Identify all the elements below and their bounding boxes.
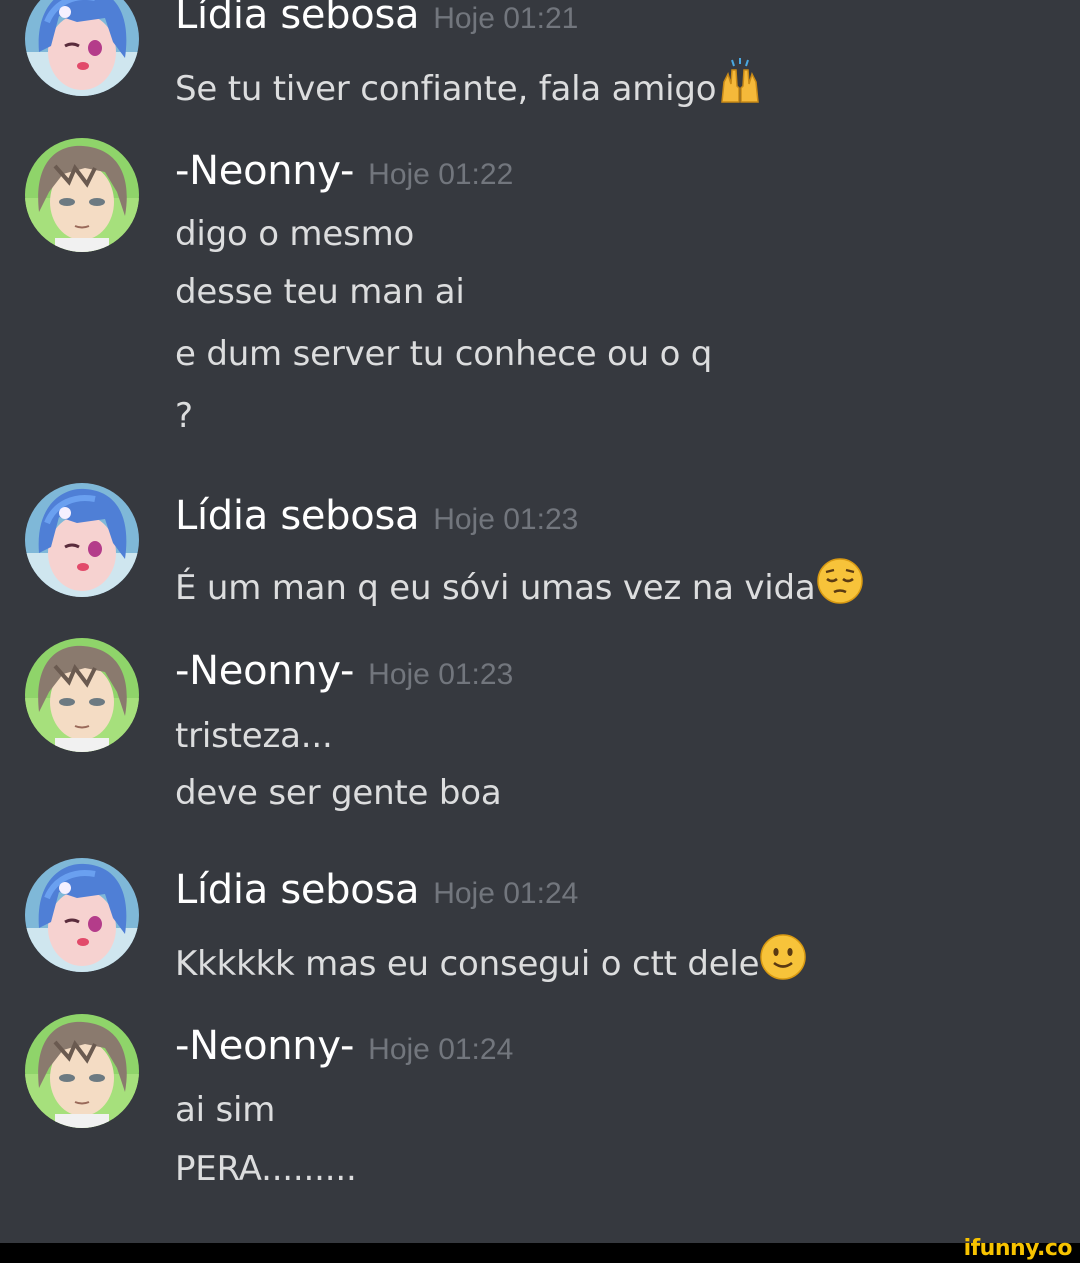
message-line: Kkkkkk mas eu consegui o ctt dele bbox=[175, 933, 807, 984]
username[interactable]: -Neonny- bbox=[175, 1023, 354, 1069]
avatar-neonny[interactable] bbox=[25, 1014, 139, 1128]
username[interactable]: Lídia sebosa bbox=[175, 867, 420, 913]
message-text: digo o mesmo bbox=[175, 214, 415, 254]
message-line: e dum server tu conhece ou o q bbox=[175, 334, 712, 374]
pensive-face-emoji bbox=[816, 558, 863, 604]
username[interactable]: -Neonny- bbox=[175, 648, 354, 694]
timestamp: Hoje 01:23 bbox=[433, 503, 579, 536]
message-text: deve ser gente boa bbox=[175, 773, 502, 813]
slightly-smiling-face-emoji bbox=[760, 934, 807, 980]
avatar-neonny[interactable] bbox=[25, 638, 139, 752]
timestamp: Hoje 01:23 bbox=[368, 658, 514, 691]
message-line: tristeza... bbox=[175, 716, 333, 756]
username[interactable]: Lídia sebosa bbox=[175, 0, 420, 38]
avatar-lidia[interactable] bbox=[25, 483, 139, 597]
message-text: É um man q eu sóvi umas vez na vida bbox=[175, 568, 816, 608]
message-header: Lídia sebosa Hoje 01:24 bbox=[175, 867, 578, 913]
ifunny-watermark: ifunny.co bbox=[963, 1236, 1073, 1261]
message-text: ai sim bbox=[175, 1090, 276, 1130]
avatar-lidia[interactable] bbox=[25, 0, 139, 96]
timestamp: Hoje 01:24 bbox=[433, 877, 579, 910]
message-header: Lídia sebosa Hoje 01:21 bbox=[175, 0, 578, 38]
timestamp: Hoje 01:22 bbox=[368, 158, 514, 191]
message-line: É um man q eu sóvi umas vez na vida bbox=[175, 557, 864, 608]
timestamp: Hoje 01:24 bbox=[368, 1033, 514, 1066]
footer-bar bbox=[0, 1243, 1080, 1263]
message-line: Se tu tiver confiante, fala amigo bbox=[175, 58, 764, 109]
avatar-lidia[interactable] bbox=[25, 858, 139, 972]
username[interactable]: -Neonny- bbox=[175, 148, 354, 194]
message-header: -Neonny- Hoje 01:24 bbox=[175, 1023, 513, 1069]
message-header: -Neonny- Hoje 01:22 bbox=[175, 148, 513, 194]
avatar-neonny[interactable] bbox=[25, 138, 139, 252]
message-text: PERA......... bbox=[175, 1149, 357, 1189]
message-header: -Neonny- Hoje 01:23 bbox=[175, 648, 513, 694]
raised-hands-emoji bbox=[721, 58, 760, 103]
timestamp: Hoje 01:21 bbox=[433, 2, 579, 35]
message-line: ai sim bbox=[175, 1090, 275, 1130]
message-line: deve ser gente boa bbox=[175, 773, 502, 813]
message-text: e dum server tu conhece ou o q bbox=[175, 334, 713, 374]
message-line: ? bbox=[175, 396, 193, 436]
message-line: desse teu man ai bbox=[175, 272, 465, 312]
message-header: Lídia sebosa Hoje 01:23 bbox=[175, 493, 578, 539]
message-line: PERA......... bbox=[175, 1149, 357, 1189]
message-text: ? bbox=[175, 396, 193, 436]
message-text: tristeza... bbox=[175, 716, 333, 756]
message-text: Se tu tiver confiante, fala amigo bbox=[175, 69, 717, 109]
message-line: digo o mesmo bbox=[175, 214, 414, 254]
message-text: Kkkkkk mas eu consegui o ctt dele bbox=[175, 944, 760, 984]
message-text: desse teu man ai bbox=[175, 272, 465, 312]
username[interactable]: Lídia sebosa bbox=[175, 493, 420, 539]
